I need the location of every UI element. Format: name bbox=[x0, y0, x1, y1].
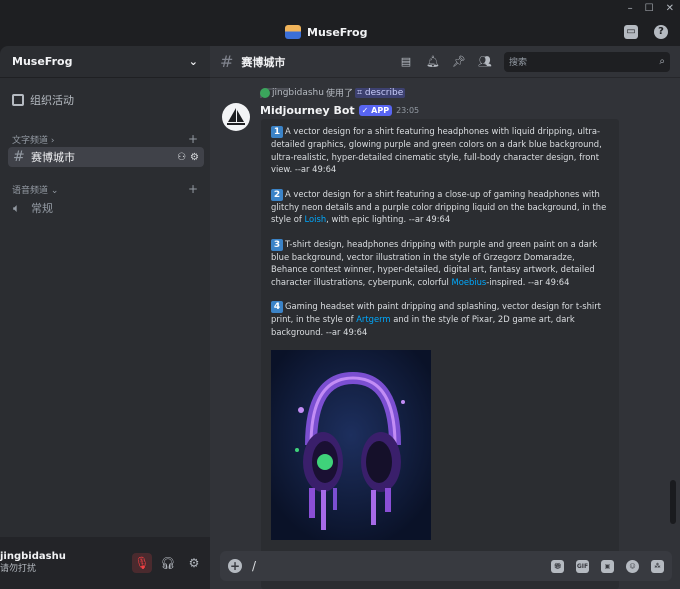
artist-link[interactable]: Moebius bbox=[451, 277, 486, 287]
hash-icon: # bbox=[220, 52, 234, 71]
server-logo-icon bbox=[285, 25, 301, 39]
inbox-icon[interactable]: ▭ bbox=[624, 25, 638, 39]
prompt-text-end: , with epic lighting. --ar 49:64 bbox=[326, 214, 451, 224]
pin-icon[interactable]: 📌︎ bbox=[452, 55, 466, 68]
app-title-text: MuseFrog bbox=[307, 25, 368, 39]
number-2-icon: 2 bbox=[271, 188, 283, 201]
header-tools: ▤ 🔔︎ 📌︎ 👥︎ 搜索 ⌕ bbox=[400, 51, 670, 72]
headphones-art-icon bbox=[271, 350, 431, 540]
prompt-text-end: -inspired. --ar 49:64 bbox=[486, 276, 570, 287]
top-icons: ▭ ? bbox=[624, 25, 668, 39]
reply-reference[interactable]: jingbidashu 使用了 ⌗ describe bbox=[260, 86, 406, 99]
server-name: MuseFrog bbox=[12, 55, 73, 68]
message-composer[interactable]: + / 🎁︎ GIF ▣ ☺ ⁂ bbox=[220, 551, 672, 581]
artist-link[interactable]: Artgerm bbox=[356, 314, 390, 324]
gift-icon[interactable]: 🎁︎ bbox=[551, 559, 564, 573]
hash-icon: # bbox=[13, 149, 25, 165]
reply-avatar bbox=[260, 87, 270, 98]
calendar-icon bbox=[12, 94, 24, 106]
gear-icon[interactable]: ⚙ bbox=[190, 152, 199, 163]
text-category-label: 文字频道 bbox=[12, 135, 49, 146]
window-controls: – ☐ ✕ bbox=[628, 3, 674, 14]
number-4-icon: 4 bbox=[271, 301, 283, 313]
events-label: 组织活动 bbox=[30, 94, 74, 107]
channel-header: # 赛博城市 ▤ 🔔︎ 📌︎ 👥︎ 搜索 ⌕ bbox=[210, 46, 680, 78]
members-icon[interactable]: 👥︎ bbox=[478, 55, 492, 68]
number-1-icon: 1 bbox=[271, 126, 283, 138]
chat-scrollbar[interactable] bbox=[670, 480, 676, 524]
message-timestamp: 23:05 bbox=[396, 106, 420, 115]
prompt-4: 4 Gaming headset with paint dripping and … bbox=[271, 300, 611, 338]
channel-item-cyber-city[interactable]: # 赛博城市 ⚇ ⚙ bbox=[8, 147, 204, 167]
channel-item-general[interactable]: 🔈︎ 常规 bbox=[8, 198, 204, 218]
text-channel-category[interactable]: 文字频道 › + bbox=[12, 132, 198, 146]
channel-name: 常规 bbox=[31, 202, 53, 215]
user-panel: jingbidashu 请勿打扰 🎙︎ 🎧︎ ⚙ bbox=[0, 537, 210, 589]
attach-plus-icon[interactable]: + bbox=[228, 559, 242, 573]
prompt-3: 3 T-shirt design, headphones dripping wit… bbox=[271, 238, 611, 289]
app-topbar: MuseFrog ▭ ? bbox=[0, 20, 680, 46]
prompt-1: 1A vector design for a shirt featuring h… bbox=[271, 125, 611, 176]
channel-title: 赛博城市 bbox=[241, 55, 286, 69]
search-input[interactable]: 搜索 ⌕ bbox=[504, 51, 670, 72]
reply-username: jingbidashu bbox=[272, 87, 324, 98]
prompt-2: 2A vector design for a shirt featuring a… bbox=[271, 188, 611, 226]
threads-icon[interactable]: ▤ bbox=[400, 55, 412, 68]
window-titlebar: – ☐ ✕ bbox=[0, 0, 680, 20]
minimize-button[interactable]: – bbox=[628, 3, 633, 14]
headphones-icon[interactable]: 🎧︎ bbox=[158, 553, 178, 573]
add-voice-channel-icon[interactable]: + bbox=[188, 182, 198, 196]
generated-headphones-image[interactable] bbox=[271, 350, 431, 540]
artist-link[interactable]: Loish bbox=[304, 214, 326, 224]
maximize-button[interactable]: ☐ bbox=[645, 3, 654, 14]
composer-input[interactable]: / bbox=[252, 559, 256, 573]
message-embed: 1A vector design for a shirt featuring h… bbox=[261, 119, 619, 589]
composer-tools: 🎁︎ GIF ▣ ☺ ⁂ bbox=[551, 559, 664, 573]
channel-name: 赛博城市 bbox=[31, 151, 75, 164]
close-button[interactable]: ✕ bbox=[666, 3, 674, 14]
user-status: 请勿打扰 bbox=[0, 564, 37, 574]
chevron-down-icon: ⌄ bbox=[50, 185, 59, 196]
apps-icon[interactable]: ⁂ bbox=[651, 559, 664, 573]
search-icon: ⌕ bbox=[659, 56, 665, 67]
sailboat-logo-icon bbox=[227, 108, 245, 125]
speaker-icon: 🔈︎ bbox=[13, 200, 21, 215]
sticker-icon[interactable]: ▣ bbox=[601, 559, 614, 573]
gif-icon[interactable]: GIF bbox=[576, 559, 589, 573]
number-3-icon: 3 bbox=[271, 238, 283, 251]
search-placeholder: 搜索 bbox=[509, 58, 528, 68]
invite-icon[interactable]: ⚇ bbox=[177, 152, 186, 163]
events-link[interactable]: 组织活动 bbox=[12, 92, 74, 108]
chevron-right-icon: › bbox=[50, 135, 55, 146]
chevron-down-icon: ⌄ bbox=[188, 55, 198, 68]
reply-command[interactable]: ⌗ describe bbox=[354, 87, 406, 98]
app-badge: ✓ APP bbox=[358, 105, 393, 116]
bell-icon[interactable]: 🔔︎ bbox=[426, 55, 440, 68]
bot-name[interactable]: Midjourney Bot bbox=[260, 104, 355, 117]
voice-category-label: 语音频道 bbox=[12, 185, 49, 196]
emoji-icon[interactable]: ☺ bbox=[626, 559, 639, 573]
help-icon[interactable]: ? bbox=[654, 25, 668, 39]
reply-action: 使用了 bbox=[325, 89, 353, 99]
mute-mic-icon[interactable]: 🎙︎ bbox=[132, 553, 152, 573]
prompt-text: A vector design for a shirt featuring he… bbox=[271, 126, 602, 174]
server-header[interactable]: MuseFrog ⌄ bbox=[0, 46, 210, 78]
user-info[interactable]: jingbidashu 请勿打扰 bbox=[0, 551, 66, 575]
voice-channel-category[interactable]: 语音频道 ⌄ + bbox=[12, 182, 198, 196]
bot-avatar[interactable] bbox=[222, 103, 250, 131]
channel-sidebar: MuseFrog ⌄ 组织活动 文字频道 › + # 赛博城市 ⚇ ⚙ 语音频道… bbox=[0, 46, 210, 589]
add-text-channel-icon[interactable]: + bbox=[188, 132, 198, 146]
user-settings-gear-icon[interactable]: ⚙ bbox=[184, 553, 204, 573]
chat-main: # 赛博城市 ▤ 🔔︎ 📌︎ 👥︎ 搜索 ⌕ jingbidashu 使用了 ⌗… bbox=[210, 46, 680, 589]
user-controls: 🎙︎ 🎧︎ ⚙ bbox=[132, 553, 204, 573]
app-title: MuseFrog bbox=[285, 25, 367, 39]
username: jingbidashu bbox=[0, 551, 66, 562]
message-header: Midjourney Bot ✓ APP 23:05 bbox=[260, 104, 419, 117]
